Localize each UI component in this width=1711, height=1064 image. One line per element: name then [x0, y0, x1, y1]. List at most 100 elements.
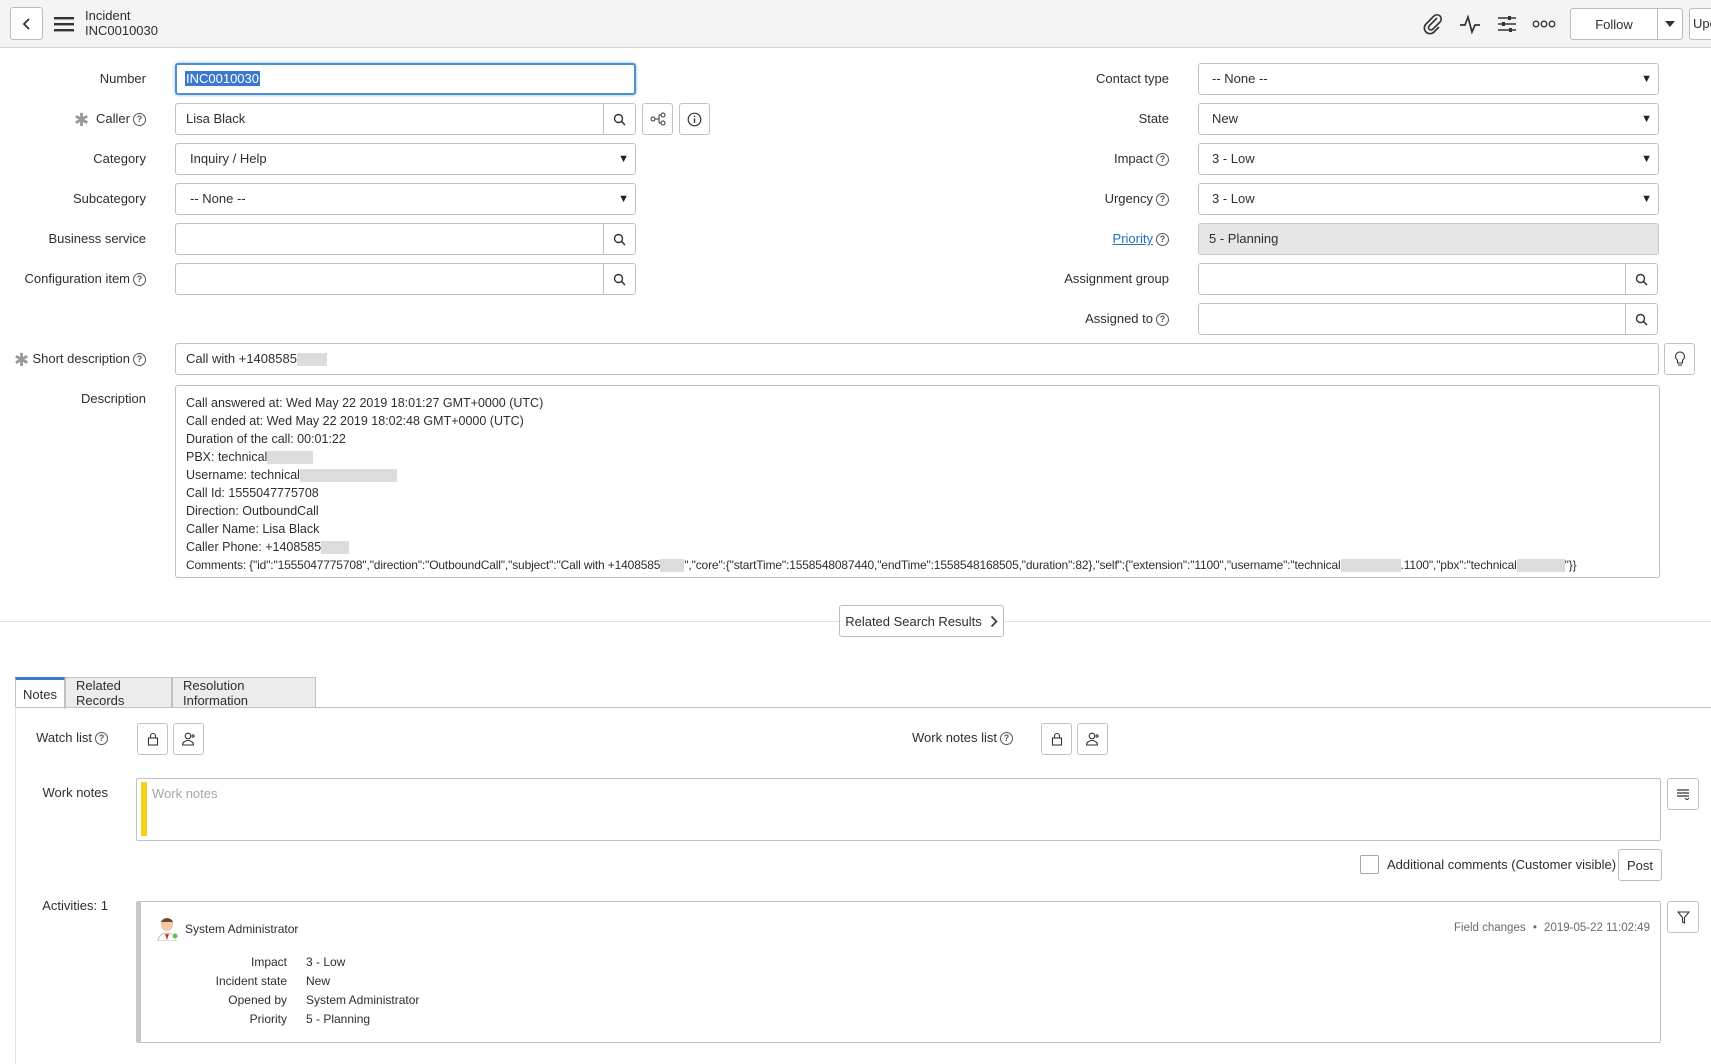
- watch-list-label-text: Watch list: [36, 730, 92, 745]
- activity-separator: •: [1532, 922, 1537, 934]
- description-line-text: Comments: {"id":"1555047775708","directi…: [186, 558, 661, 572]
- impact-select[interactable]: 3 - Low ▼: [1198, 143, 1659, 175]
- description-line: Direction: OutboundCall: [186, 504, 319, 518]
- state-value: New: [1212, 111, 1239, 126]
- description-line: Duration of the call: 00:01:22: [186, 432, 346, 446]
- search-icon: [1635, 273, 1648, 286]
- short-description-label: Short description?: [0, 351, 146, 367]
- chevron-right-icon: [990, 615, 998, 627]
- attachment-button[interactable]: [1419, 10, 1447, 38]
- caller-input[interactable]: Lisa Black: [175, 103, 604, 135]
- additional-comments-checkbox[interactable]: [1360, 855, 1379, 874]
- help-icon[interactable]: ?: [95, 731, 108, 745]
- activity-field-key: Priority: [249, 1012, 287, 1026]
- urgency-label-text: Urgency: [1104, 191, 1153, 206]
- watch-list-add-me-button[interactable]: [173, 723, 204, 755]
- caller-lookup-button[interactable]: [603, 103, 636, 135]
- redacted-text: [321, 541, 350, 555]
- related-search-results-button[interactable]: Related Search Results: [839, 605, 1004, 637]
- assigned-to-input[interactable]: [1198, 303, 1626, 335]
- search-icon: [613, 273, 626, 286]
- description-comments-line: Comments: {"id":"1555047775708","directi…: [186, 556, 1649, 574]
- number-label: Number: [20, 71, 146, 87]
- menu-button[interactable]: [52, 12, 76, 36]
- help-icon[interactable]: ?: [133, 272, 146, 286]
- activity-author: System Administrator: [185, 922, 299, 936]
- redacted-text: [299, 469, 397, 483]
- work-notes-textarea[interactable]: [136, 778, 1661, 841]
- redacted-text: [296, 353, 327, 367]
- description-textarea[interactable]: Call answered at: Wed May 22 2019 18:01:…: [175, 385, 1660, 578]
- activity-stream-button[interactable]: [1456, 10, 1484, 38]
- additional-comments-label: Additional comments (Customer visible): [1387, 857, 1617, 872]
- subcategory-select[interactable]: -- None -- ▼: [175, 183, 636, 215]
- tab-related-records[interactable]: Related Records: [65, 677, 172, 708]
- configuration-item-input[interactable]: [175, 263, 604, 295]
- help-icon[interactable]: ?: [1000, 731, 1013, 745]
- personalize-button[interactable]: [1493, 10, 1521, 38]
- record-number: INC0010030: [85, 23, 158, 38]
- help-icon[interactable]: ?: [133, 112, 146, 126]
- hamburger-icon: [54, 17, 74, 32]
- state-select[interactable]: New ▼: [1198, 103, 1659, 135]
- suggestion-button[interactable]: [1664, 343, 1695, 375]
- follow-dropdown-button[interactable]: [1657, 8, 1683, 40]
- contact-type-select[interactable]: -- None -- ▼: [1198, 63, 1659, 95]
- short-description-label-text: Short description: [32, 351, 130, 366]
- update-button[interactable]: Update: [1689, 8, 1711, 40]
- back-button[interactable]: [10, 7, 43, 40]
- subcategory-label: Subcategory: [20, 191, 146, 207]
- tab-resolution-information[interactable]: Resolution Information: [172, 677, 316, 708]
- caller-info-button[interactable]: [679, 103, 710, 135]
- configuration-item-lookup-button[interactable]: [603, 263, 636, 295]
- work-notes-placeholder: Work notes: [152, 786, 218, 801]
- help-icon[interactable]: ?: [1156, 152, 1169, 166]
- sliders-icon: [1498, 16, 1516, 32]
- assigned-to-label-text: Assigned to: [1085, 311, 1153, 326]
- number-field[interactable]: INC0010030: [175, 63, 636, 95]
- hierarchy-icon: [650, 112, 665, 126]
- activity-filter-button[interactable]: [1667, 901, 1699, 933]
- page-title: Incident: [85, 8, 131, 23]
- contact-type-label: Contact type: [1000, 71, 1169, 87]
- description-line-text: Caller Phone: +1408585: [186, 540, 322, 554]
- tab-underline: [15, 707, 1711, 708]
- help-icon[interactable]: ?: [1156, 312, 1169, 326]
- work-notes-list-add-me-button[interactable]: [1077, 723, 1108, 755]
- business-service-label-text: Business service: [48, 231, 146, 246]
- related-search-label: Related Search Results: [845, 613, 982, 629]
- business-service-input[interactable]: [175, 223, 604, 255]
- help-icon[interactable]: ?: [1156, 232, 1169, 246]
- impact-label: Impact?: [1000, 151, 1169, 167]
- caret-down-icon: ▼: [1641, 153, 1652, 165]
- help-icon[interactable]: ?: [133, 352, 146, 366]
- business-service-lookup-button[interactable]: [603, 223, 636, 255]
- activity-field-value: New: [306, 974, 331, 988]
- follow-button[interactable]: Follow: [1570, 8, 1658, 40]
- assignment-group-lookup-button[interactable]: [1625, 263, 1658, 295]
- work-notes-indicator: [141, 782, 147, 836]
- assigned-to-lookup-button[interactable]: [1625, 303, 1658, 335]
- more-options-button[interactable]: [1530, 10, 1558, 38]
- short-description-input[interactable]: Call with +1408585: [175, 343, 1659, 375]
- post-button[interactable]: Post: [1618, 849, 1662, 881]
- tab-notes[interactable]: Notes: [15, 677, 65, 709]
- work-notes-label-text: Work notes: [42, 785, 108, 800]
- help-icon[interactable]: ?: [1156, 192, 1169, 206]
- assignment-group-input[interactable]: [1198, 263, 1626, 295]
- watch-list-unlock-button[interactable]: [137, 723, 168, 755]
- subcategory-value: -- None --: [190, 191, 246, 206]
- urgency-select[interactable]: 3 - Low ▼: [1198, 183, 1659, 215]
- caret-down-icon: ▼: [618, 193, 629, 205]
- add-user-icon: [1085, 732, 1099, 746]
- category-select[interactable]: Inquiry / Help ▼: [175, 143, 636, 175]
- number-label-text: Number: [99, 71, 146, 86]
- number-value: INC0010030: [185, 71, 260, 86]
- activity-meta: Field changes • 2019-05-22 11:02:49: [1454, 922, 1650, 934]
- compose-toggle-button[interactable]: [1667, 778, 1699, 810]
- caller-hierarchy-button[interactable]: [642, 103, 673, 135]
- assigned-to-label: Assigned to?: [1000, 311, 1169, 327]
- redacted-text: [660, 559, 685, 573]
- priority-link[interactable]: Priority: [1113, 231, 1153, 247]
- work-notes-list-unlock-button[interactable]: [1041, 723, 1072, 755]
